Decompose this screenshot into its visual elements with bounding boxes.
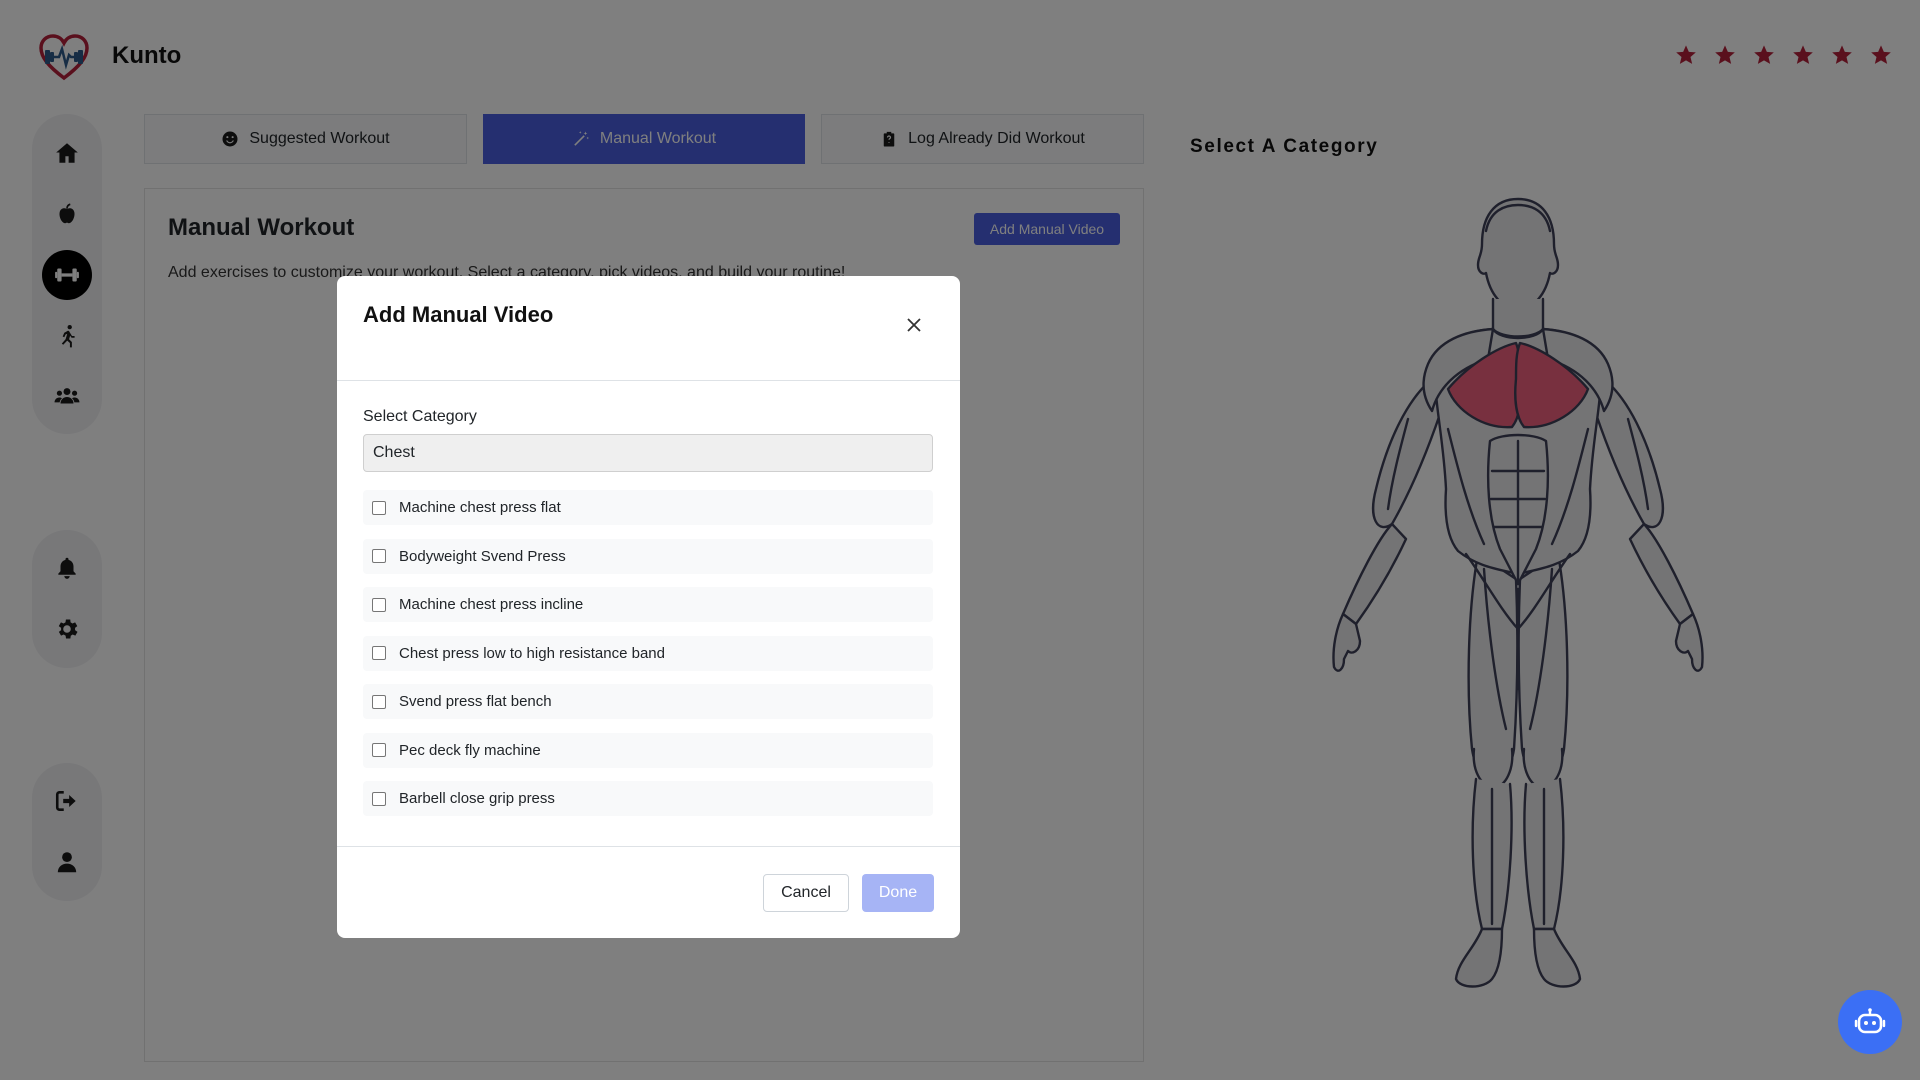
- exercise-label: Barbell close grip press: [399, 790, 555, 807]
- modal-footer-divider: [337, 846, 960, 847]
- exercise-checkbox[interactable]: [372, 549, 386, 563]
- exercise-item-machine-chest-press-incline[interactable]: Machine chest press incline: [363, 587, 933, 622]
- exercise-checkbox[interactable]: [372, 500, 386, 515]
- exercise-label: Machine chest press flat: [399, 499, 561, 516]
- exercise-checkbox[interactable]: [372, 646, 386, 660]
- modal-close-button[interactable]: [903, 314, 925, 336]
- exercise-checkbox[interactable]: [372, 791, 386, 806]
- exercise-item-barbell-close-grip-press[interactable]: Barbell close grip press: [363, 781, 933, 816]
- exercise-item-pec-deck-fly-machine[interactable]: Pec deck fly machine: [363, 732, 933, 768]
- exercise-item-svend-press-flat-bench[interactable]: Svend press flat bench: [363, 684, 933, 719]
- exercise-checkbox[interactable]: [372, 694, 386, 709]
- exercise-checkbox[interactable]: [372, 743, 386, 757]
- add-manual-video-modal: Add Manual Video Select Category Chest M…: [337, 276, 960, 938]
- category-label: Select Category: [363, 408, 477, 425]
- cancel-button[interactable]: Cancel: [763, 874, 849, 912]
- done-button[interactable]: Done: [862, 874, 934, 912]
- exercise-checkbox[interactable]: [372, 597, 386, 612]
- exercise-item-bodyweight-svend-press[interactable]: Bodyweight Svend Press: [363, 538, 933, 574]
- exercise-label: Machine chest press incline: [399, 596, 584, 613]
- modal-title: Add Manual Video: [363, 302, 554, 327]
- exercise-label: Chest press low to high resistance band: [399, 644, 665, 662]
- exercise-label: Pec deck fly machine: [399, 741, 541, 759]
- exercise-item-chest-press-resistance-band[interactable]: Chest press low to high resistance band: [363, 635, 933, 671]
- exercise-label: Bodyweight Svend Press: [399, 547, 566, 565]
- close-icon: [907, 318, 921, 332]
- robot-icon: [1854, 1008, 1886, 1034]
- exercise-item-machine-chest-press-flat[interactable]: Machine chest press flat: [363, 490, 933, 525]
- category-select[interactable]: Chest: [363, 434, 933, 472]
- modal-backdrop[interactable]: [0, 0, 1920, 1080]
- chatbot-button[interactable]: [1838, 990, 1902, 1054]
- exercise-label: Svend press flat bench: [399, 693, 552, 710]
- modal-header-divider: [337, 380, 960, 381]
- exercise-list: Machine chest press flat Bodyweight Sven…: [363, 490, 933, 830]
